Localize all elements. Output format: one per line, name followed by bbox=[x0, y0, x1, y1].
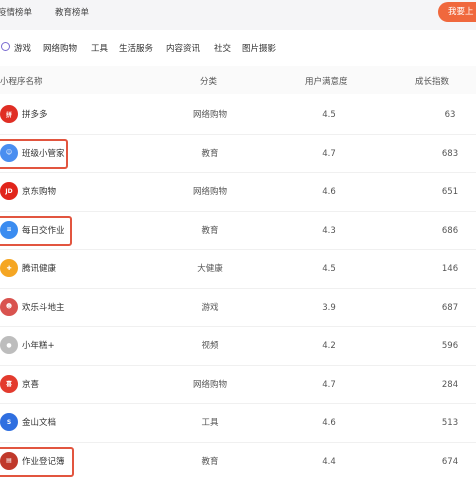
highlight-box bbox=[0, 215, 72, 246]
category-icon bbox=[1, 42, 10, 51]
app-category: 大健康 bbox=[197, 264, 223, 274]
app-satisfaction: 4.5 bbox=[322, 110, 336, 120]
app-name[interactable]: 金山文档 bbox=[22, 404, 56, 443]
jingxi-icon: 喜 bbox=[0, 374, 18, 393]
app-satisfaction: 4.2 bbox=[322, 341, 336, 351]
app-category: 游戏 bbox=[201, 302, 219, 313]
table-row[interactable]: S 金山文档 工具 4.6 513 bbox=[0, 404, 476, 443]
app-satisfaction: 3.9 bbox=[322, 302, 336, 313]
app-category: 网络购物 bbox=[192, 379, 227, 390]
app-satisfaction: 4.6 bbox=[322, 418, 336, 428]
table-row[interactable]: 拼拼多多 网络购物 4.5 63 bbox=[0, 96, 476, 135]
table-row[interactable]: JD 京东购物 网络购物 4.6 651 bbox=[0, 173, 476, 212]
category-life-services[interactable]: 生活服务 bbox=[119, 42, 153, 54]
app-name[interactable]: 欢乐斗地主 bbox=[22, 289, 65, 328]
app-growth: 683 bbox=[441, 148, 459, 159]
app-growth: 674 bbox=[441, 456, 459, 467]
app-category: 网络购物 bbox=[192, 110, 227, 120]
kingsoft-docs-icon: S bbox=[0, 413, 18, 431]
category-shopping[interactable]: 网络购物 bbox=[43, 42, 77, 54]
category-filter-bar: 游戏 网络购物 工具 生活服务 内容资讯 社交 图片摄影 bbox=[0, 37, 476, 59]
app-growth: 146 bbox=[441, 264, 459, 274]
app-satisfaction: 4.4 bbox=[322, 456, 336, 467]
top-bar: 疫情榜单 教育榜单 我要上 bbox=[0, 0, 476, 30]
table-row[interactable]: ▤ 作业登记簿 教育 4.4 674 bbox=[0, 443, 476, 477]
app-name[interactable]: 京喜 bbox=[22, 366, 39, 405]
app-satisfaction: 4.5 bbox=[322, 264, 336, 274]
app-category: 视频 bbox=[201, 341, 219, 351]
app-name[interactable]: 拼多多 bbox=[22, 96, 48, 135]
app-name[interactable]: 京东购物 bbox=[22, 173, 56, 212]
tencent-health-icon: ✚ bbox=[0, 259, 18, 277]
app-name[interactable]: 小年糕+ bbox=[22, 327, 55, 366]
table-row[interactable]: 喜京喜 网络购物 4.7 284 bbox=[0, 366, 476, 405]
highlight-box bbox=[0, 446, 74, 477]
table-row[interactable]: ✚ 腾讯健康 大健康 4.5 146 bbox=[0, 250, 476, 289]
category-tools[interactable]: 工具 bbox=[91, 42, 108, 54]
category-photography[interactable]: 图片摄影 bbox=[242, 42, 276, 54]
app-name[interactable]: 腾讯健康 bbox=[22, 250, 56, 289]
category-social[interactable]: 社交 bbox=[214, 42, 231, 54]
app-satisfaction: 4.7 bbox=[322, 148, 336, 159]
header-category: 分类 bbox=[200, 77, 218, 87]
table-row[interactable]: ☻ 欢乐斗地主 游戏 3.9 687 bbox=[0, 289, 476, 328]
doudizhu-icon: ☻ bbox=[0, 297, 18, 316]
app-growth: 284 bbox=[441, 379, 459, 390]
category-news[interactable]: 内容资讯 bbox=[166, 42, 200, 54]
table-row[interactable]: ☺ 班级小管家 教育 4.7 683 bbox=[0, 135, 476, 173]
header-growth[interactable]: 成长指数 bbox=[415, 75, 449, 87]
app-satisfaction: 4.7 bbox=[322, 379, 336, 390]
app-growth: 63 bbox=[444, 110, 456, 120]
xiaoniangao-icon: ● bbox=[0, 336, 18, 354]
cta-button[interactable]: 我要上 bbox=[438, 2, 476, 22]
app-growth: 686 bbox=[441, 225, 459, 236]
pinduoduo-icon: 拼 bbox=[0, 105, 18, 123]
jd-icon: JD bbox=[0, 182, 18, 200]
app-category: 教育 bbox=[201, 456, 219, 467]
highlight-box bbox=[0, 138, 68, 169]
app-satisfaction: 4.6 bbox=[322, 187, 336, 197]
app-category: 教育 bbox=[201, 148, 219, 159]
tab-education-ranking[interactable]: 教育榜单 bbox=[55, 6, 89, 18]
app-growth: 596 bbox=[441, 341, 459, 351]
header-name: 小程序名称 bbox=[0, 77, 43, 87]
app-category: 工具 bbox=[201, 418, 219, 428]
app-growth: 651 bbox=[441, 187, 459, 197]
table-row[interactable]: ● 小年糕+ 视频 4.2 596 bbox=[0, 327, 476, 366]
app-category: 网络购物 bbox=[192, 187, 227, 197]
category-games[interactable]: 游戏 bbox=[14, 42, 31, 54]
header-satisfaction[interactable]: 用户满意度 bbox=[305, 75, 348, 87]
app-category: 教育 bbox=[201, 225, 219, 236]
table-header: 小程序名称 分类 用户满意度 成长指数 bbox=[0, 66, 476, 94]
app-satisfaction: 4.3 bbox=[322, 225, 336, 236]
tab-epidemic-ranking[interactable]: 疫情榜单 bbox=[0, 6, 32, 18]
app-growth: 513 bbox=[441, 418, 459, 428]
table-row[interactable]: ≡ 每日交作业 教育 4.3 686 bbox=[0, 212, 476, 250]
app-growth: 687 bbox=[441, 302, 459, 313]
